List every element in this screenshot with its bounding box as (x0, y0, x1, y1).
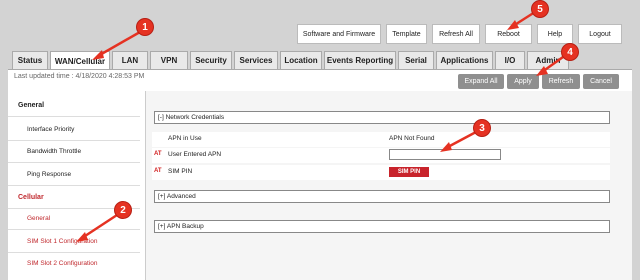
at-command-badge: AT (154, 168, 162, 174)
reboot-button[interactable]: Reboot (485, 24, 532, 44)
user-entered-apn-label: User Entered APN (168, 151, 222, 158)
cancel-button[interactable]: Cancel (583, 74, 619, 89)
help-button[interactable]: Help (537, 24, 573, 44)
refresh-button[interactable]: Refresh (542, 74, 580, 89)
tab-serial[interactable]: Serial (398, 51, 434, 69)
callout-1: 1 (136, 18, 154, 36)
software-firmware-button[interactable]: Software and Firmware (297, 24, 381, 44)
divider (8, 229, 140, 230)
row-sim-pin: AT SIM PIN SIM PIN (152, 165, 610, 180)
template-button[interactable]: Template (386, 24, 427, 44)
tab-vpn[interactable]: VPN (150, 51, 188, 69)
callout-4: 4 (561, 43, 579, 61)
divider (8, 116, 140, 117)
tab-location[interactable]: Location (280, 51, 322, 69)
at-command-badge: AT (154, 151, 162, 157)
section-apn-backup[interactable]: [+] APN Backup (154, 220, 610, 233)
sidebar-item-bandwidth-throttle[interactable]: Bandwidth Throttle (27, 148, 81, 155)
user-entered-apn-input[interactable] (389, 149, 501, 160)
section-network-credentials[interactable]: [-] Network Credentials (154, 111, 610, 124)
divider (8, 140, 140, 141)
tab-lan[interactable]: LAN (112, 51, 148, 69)
callout-5: 5 (531, 0, 549, 18)
tab-events-reporting[interactable]: Events Reporting (324, 51, 396, 69)
refresh-all-button[interactable]: Refresh All (432, 24, 480, 44)
last-updated-text: Last updated time : 4/18/2020 4:28:53 PM (14, 73, 145, 80)
tab-applications[interactable]: Applications (436, 51, 493, 69)
sidebar-item-sim-slot-1[interactable]: SIM Slot 1 Configuration (27, 238, 97, 245)
divider (8, 252, 140, 253)
sidebar-item-cellular-general[interactable]: General (27, 215, 50, 222)
callout-2: 2 (114, 201, 132, 219)
sim-pin-label: SIM PIN (168, 168, 193, 175)
tab-security[interactable]: Security (190, 51, 232, 69)
apn-in-use-label: APN in Use (168, 135, 202, 142)
divider (8, 185, 140, 186)
row-user-entered-apn: AT User Entered APN (152, 148, 610, 163)
section-advanced[interactable]: [+] Advanced (154, 190, 610, 203)
sidebar-item-ping-response[interactable]: Ping Response (27, 171, 71, 178)
sidebar-heading-cellular[interactable]: Cellular (18, 194, 44, 201)
divider (8, 162, 140, 163)
expand-all-button[interactable]: Expand All (458, 74, 504, 89)
sidebar-item-sim-slot-2[interactable]: SIM Slot 2 Configuration (27, 260, 97, 267)
callout-3: 3 (473, 119, 491, 137)
tab-status[interactable]: Status (12, 51, 48, 69)
apn-in-use-value: APN Not Found (389, 135, 435, 142)
apply-button[interactable]: Apply (507, 74, 539, 89)
tab-io[interactable]: I/O (495, 51, 525, 69)
sim-pin-button[interactable]: SIM PIN (389, 167, 429, 177)
row-apn-in-use: APN in Use APN Not Found (152, 132, 610, 147)
logout-button[interactable]: Logout (578, 24, 622, 44)
sidebar-item-interface-priority[interactable]: Interface Priority (27, 126, 74, 133)
tab-wan-cellular[interactable]: WAN/Cellular (50, 51, 110, 70)
tab-services[interactable]: Services (234, 51, 278, 69)
sidebar-heading-general: General (18, 102, 45, 109)
